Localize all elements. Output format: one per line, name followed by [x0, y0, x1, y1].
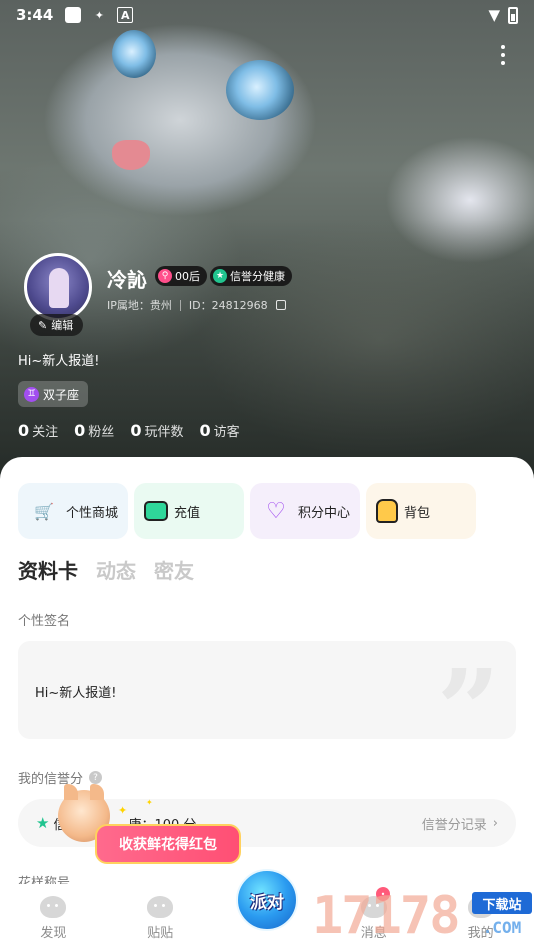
zodiac-icon: ♊ [24, 386, 39, 402]
tab-moments[interactable]: 动态 [96, 555, 136, 584]
flower-reward-promo[interactable]: 收获鲜花得红包 [95, 824, 241, 864]
nav-tietie[interactable]: 贴贴 [107, 884, 214, 950]
sparkle-icon: ✦ [146, 798, 153, 807]
age-badge[interactable]: ⚲ 00后 [155, 266, 207, 286]
quote-icon: ” [436, 645, 500, 774]
recharge-shortcut[interactable]: 充值 [134, 483, 244, 539]
discover-icon [40, 896, 67, 918]
shortcut-label: 个性商城 [66, 505, 119, 521]
cat-eye-right [226, 60, 294, 120]
stat-label: 访客 [213, 425, 240, 440]
cat-eye-left [112, 30, 156, 78]
points-shortcut[interactable]: ♡ 积分中心 [250, 483, 360, 539]
credit-record-link[interactable]: 信誉分记录 › [422, 814, 498, 833]
chevron-right-icon: › [492, 815, 498, 831]
shortcut-row: 🛒 个性商城 充值 ♡ 积分中心 背包 [18, 483, 476, 539]
status-time: 3:44 [16, 6, 54, 24]
ip-location: IP属地：贵州 [107, 299, 172, 312]
star-icon: ★ [36, 814, 50, 832]
stat-value: 0 [130, 421, 142, 440]
site-watermark: 17178 [312, 886, 461, 946]
zodiac-tag[interactable]: ♊ 双子座 [18, 381, 89, 407]
title-section-heading: 花样称号 [18, 876, 71, 884]
wifi-icon: ▼ [488, 6, 500, 24]
shortcut-label: 充值 [174, 505, 201, 521]
profile-tabs: 资料卡 动态 密友 [14, 555, 194, 584]
edit-label: 编辑 [51, 319, 74, 332]
tab-label: 动态 [96, 559, 136, 583]
cart-icon: 🛒 [34, 501, 54, 521]
site-watermark-side: 下载站 .COM [472, 892, 532, 942]
age-badge-label: 00后 [175, 270, 200, 283]
nav-label: 发现 [40, 926, 67, 941]
stat-value: 0 [74, 421, 86, 440]
stat-following[interactable]: 0 关注 [18, 421, 58, 440]
nickname: 冷訫 [107, 268, 147, 292]
sparkle-icon: ✦ [118, 804, 128, 817]
pencil-icon: ✎ [38, 318, 48, 332]
shop-shortcut[interactable]: 🛒 个性商城 [18, 483, 128, 539]
avatar[interactable] [24, 253, 92, 321]
notification-icon [65, 7, 82, 23]
keyboard-indicator-icon: A [117, 7, 134, 23]
stat-label: 粉丝 [88, 425, 115, 440]
help-icon[interactable]: ? [89, 771, 103, 784]
search-icon: ⚲ [158, 269, 172, 283]
meta-divider [179, 299, 181, 311]
tab-label: 资料卡 [18, 559, 78, 583]
zodiac-label: 双子座 [43, 387, 80, 402]
credit-title-label: 我的信誉分 [18, 772, 84, 787]
profile-stats: 0 关注 0 粉丝 0 玩伴数 0 访客 [18, 421, 240, 440]
credit-badge-label: 信誉分健康 [230, 270, 285, 283]
app-notification-icon: ✦ [94, 8, 104, 22]
stat-value: 0 [199, 421, 211, 440]
more-options-button[interactable] [490, 40, 516, 70]
shortcut-label: 背包 [404, 505, 431, 521]
signature-section-title: 个性签名 [18, 614, 71, 629]
promo-label: 收获鲜花得红包 [119, 837, 217, 853]
stat-value: 0 [18, 421, 30, 440]
stat-label: 玩伴数 [144, 425, 184, 440]
avatar-figure [49, 268, 69, 308]
watermark-side-bottom: .COM [482, 918, 522, 937]
diamond-icon: ♡ [266, 498, 286, 524]
tab-label: 密友 [154, 559, 194, 583]
backpack-shortcut[interactable]: 背包 [366, 483, 476, 539]
profile-cover-image[interactable] [0, 0, 534, 480]
tab-close-friends[interactable]: 密友 [154, 555, 194, 584]
stat-label: 关注 [32, 425, 59, 440]
stat-visitors[interactable]: 0 访客 [199, 421, 239, 440]
profile-meta: IP属地：贵州 ID：24812968 [107, 297, 286, 313]
nav-label: 贴贴 [147, 926, 174, 941]
more-dot [501, 61, 505, 65]
star-icon: ★ [213, 269, 227, 283]
wallet-icon [144, 501, 168, 521]
profile-bio: Hi~新人报道! [18, 354, 100, 369]
battery-icon [508, 6, 518, 24]
watermark-side-top: 下载站 [472, 892, 532, 914]
more-dot [501, 53, 505, 57]
credit-record-label: 信誉分记录 [421, 817, 487, 833]
party-button[interactable]: 派对 [236, 869, 298, 931]
signature-text: Hi~新人报道! [35, 686, 117, 701]
shortcut-label: 积分中心 [298, 505, 351, 521]
nav-discover[interactable]: 发现 [0, 884, 107, 950]
status-bar: 3:44 ✦ A ▼ [0, 0, 534, 30]
copy-icon[interactable] [275, 300, 286, 310]
stat-followers[interactable]: 0 粉丝 [74, 421, 114, 440]
more-options-icon [501, 45, 505, 49]
credit-section-title: 我的信誉分 ? [18, 768, 103, 787]
tab-profile-card[interactable]: 资料卡 [14, 555, 78, 584]
backpack-icon [376, 499, 398, 523]
cat-nose [112, 140, 150, 170]
tietie-icon [147, 896, 174, 918]
party-label: 派对 [250, 892, 284, 913]
user-id: ID：24812968 [188, 299, 268, 312]
signature-card[interactable]: Hi~新人报道! ” [18, 641, 516, 765]
credit-badge[interactable]: ★ 信誉分健康 [210, 266, 292, 286]
edit-profile-button[interactable]: ✎ 编辑 [30, 314, 84, 336]
stat-playmates[interactable]: 0 玩伴数 [130, 421, 183, 440]
